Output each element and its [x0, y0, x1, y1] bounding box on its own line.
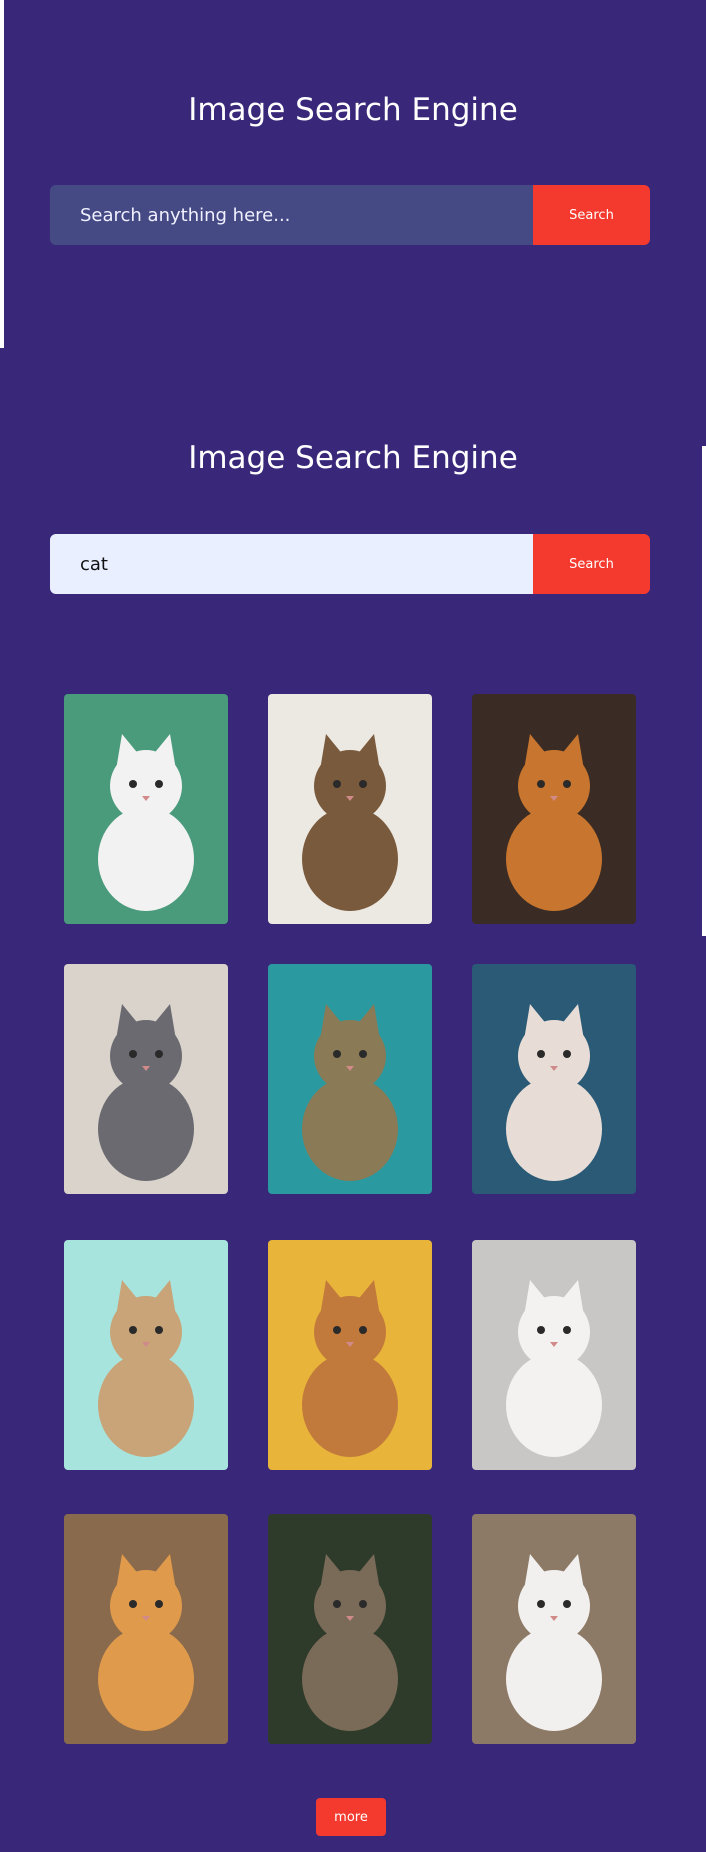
cat-photo [472, 1514, 636, 1744]
result-image[interactable] [268, 1514, 432, 1744]
cat-photo [472, 1240, 636, 1470]
image-results-grid [0, 348, 706, 1852]
page-title: Image Search Engine [188, 92, 518, 128]
result-image[interactable] [64, 964, 228, 1194]
result-image[interactable] [268, 694, 432, 924]
initial-search-view: Image Search Engine Search [0, 0, 706, 348]
cat-photo [472, 694, 636, 924]
search-button[interactable]: Search [533, 185, 650, 245]
result-image[interactable] [64, 1514, 228, 1744]
result-image[interactable] [64, 694, 228, 924]
results-view: Image Search Engine Search more [0, 348, 706, 1852]
result-image[interactable] [472, 1514, 636, 1744]
more-button[interactable]: more [316, 1798, 386, 1836]
cat-photo [64, 964, 228, 1194]
cat-photo [64, 1514, 228, 1744]
cat-photo [268, 1514, 432, 1744]
result-image[interactable] [268, 1240, 432, 1470]
result-image[interactable] [64, 1240, 228, 1470]
result-image[interactable] [472, 694, 636, 924]
result-image[interactable] [472, 1240, 636, 1470]
cat-photo [268, 964, 432, 1194]
right-edge-strip [702, 446, 706, 936]
cat-photo [472, 964, 636, 1194]
cat-photo [64, 1240, 228, 1470]
cat-photo [268, 694, 432, 924]
search-form: Search [50, 185, 650, 245]
cat-photo [64, 694, 228, 924]
search-input[interactable] [50, 185, 533, 245]
result-image[interactable] [472, 964, 636, 1194]
cat-photo [268, 1240, 432, 1470]
result-image[interactable] [268, 964, 432, 1194]
